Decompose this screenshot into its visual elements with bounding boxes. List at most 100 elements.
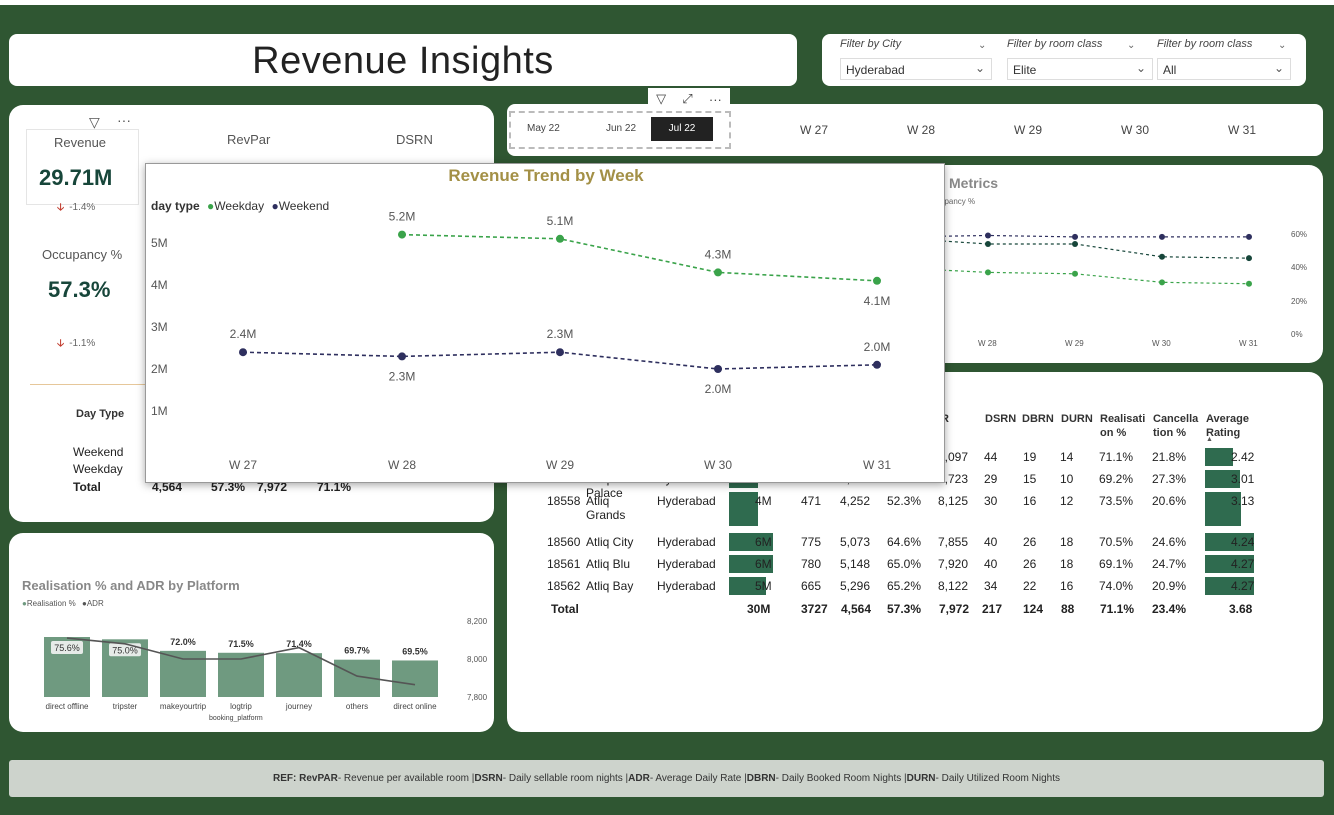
chevron-down-icon: ⌄ [974,61,985,75]
total-dsrn: 217 [982,602,1003,616]
filter-room-class-1-select[interactable]: Elite ⌄ [1007,58,1153,80]
adr-cell: 7,855 [938,535,969,549]
col-dsrn-header[interactable]: DSRN [985,412,1016,426]
y-tick-label: 4M [151,278,168,292]
col-durn-header[interactable]: DURN [1061,412,1093,426]
total-revenue: 30M [747,602,771,616]
platform-category: tripster [113,702,138,711]
real-cell: 69.2% [1099,472,1134,486]
metrics-series-line [920,238,1250,259]
metrics-point [985,269,991,276]
series-line-weekday [401,233,878,282]
sort-asc-icon[interactable]: ▲ [1206,436,1213,443]
filter-room-class-2-value: All [1163,63,1177,77]
metrics-ytick: 20% [1291,297,1307,306]
dsrn-cell: 34 [984,579,998,593]
metrics-point [1246,280,1252,287]
filter-room-class-2: Filter by room class ⌄ All ⌄ [1157,38,1297,80]
col-dbrn-header[interactable]: DBRN [1022,412,1054,426]
occ-cell: 64.6% [887,535,922,549]
week-28[interactable]: W 28 [907,123,935,137]
occupancy-value: 57.3% [48,277,111,302]
data-label: 5.1M [547,214,574,228]
filter-icon[interactable]: ▽ [656,91,666,107]
platform-y2-tick: 8,000 [467,655,488,664]
b-cell: 4,252 [840,494,871,508]
dbrn-cell: 26 [1023,557,1037,571]
occupancy-label: Occupancy % [42,247,123,262]
revenue-delta: 🡣 -1.4% [57,200,95,217]
platform-category: direct offline [46,702,90,711]
more-options-icon[interactable]: ··· [709,92,722,107]
footer-ref-dsrn: DSRN [474,773,503,784]
platform-bar [160,650,206,697]
total-occupancy: 57.3% [887,602,922,616]
x-tick-label: W 27 [229,458,257,472]
data-point [714,268,722,277]
adr-cell: 8,125 [938,494,969,508]
metrics-point [1072,270,1078,277]
metrics-chart: 60% 40% 20% 0% W 28 W 29 W 30 W 31 [920,230,1307,348]
platform-bar [392,660,438,697]
platform-category: logtrip [230,702,252,711]
id-cell: 18561 [547,557,581,571]
month-may[interactable]: May 22 [527,123,560,134]
focus-mode-icon[interactable]: ⤢ [682,91,692,107]
footer-reference: REF: RevPAR - Revenue per available room… [9,760,1324,797]
month-jun[interactable]: Jun 22 [606,123,636,134]
dsrn-cell: 40 [984,535,998,549]
filter-room-class-1-value: Elite [1013,63,1037,77]
footer-ref-adr: ADR [628,773,650,784]
filter-city-select[interactable]: Hyderabad ⌄ [840,58,992,80]
revenue-label: Revenue [54,135,107,150]
platform-category: makeyourtrip [160,702,207,711]
real-cell: 74.0% [1099,579,1134,593]
durn-cell: 14 [1060,450,1074,464]
revenue-bar [729,492,759,526]
metrics-ytick: 60% [1291,230,1307,239]
occupancy-delta-text: -1.1% [69,338,96,349]
daytype-weekday: Weekday [73,462,123,476]
revenue-cell: 6M [755,557,772,571]
adr-cell: 8,122 [938,579,969,593]
filter-room-class-2-label: Filter by room class [1157,38,1253,50]
month-jul-selected[interactable]: Jul 22 [651,117,713,141]
data-point [873,360,881,369]
data-label: 2.3M [547,327,574,341]
metrics-point [1246,255,1252,262]
bar-label: 72.0% [170,637,196,647]
title-card: Revenue Insights [9,34,797,86]
filter-room-class-2-select[interactable]: All ⌄ [1157,58,1291,80]
col-cancellation-header[interactable]: Cancella tion % [1153,412,1201,440]
week-29[interactable]: W 29 [1014,123,1042,137]
chevron-down-icon: ⌄ [1135,61,1146,75]
week-30[interactable]: W 30 [1121,123,1149,137]
y-tick-label: 3M [151,320,168,334]
revenue-trend-popup[interactable]: Revenue Trend by Week day type ●Weekday … [145,163,945,483]
week-27[interactable]: W 27 [800,123,828,137]
chevron-down-icon[interactable]: ⌄ [1127,40,1135,51]
footer-ref-durn: DURN [906,773,936,784]
metrics-point [985,240,991,247]
chevron-down-icon[interactable]: ⌄ [978,40,986,51]
week-31[interactable]: W 31 [1228,123,1256,137]
dbrn-cell: 22 [1023,579,1037,593]
a-cell: 775 [801,535,822,549]
rating-cell: 3.13 [1231,494,1255,508]
rating-cell: 4.27 [1231,579,1255,593]
dsrn-cell: 30 [984,494,998,508]
data-point [239,348,247,357]
rating-bar [1205,448,1233,466]
dsrn-cell: 44 [984,450,998,464]
a-cell: 665 [801,579,822,593]
real-cell: 73.5% [1099,494,1134,508]
arrow-down-icon: 🡣 [57,338,65,349]
daytype-weekend: Weekend [73,445,124,459]
chevron-down-icon[interactable]: ⌄ [1278,40,1286,51]
col-realisation-header[interactable]: Realisati on % [1100,412,1148,440]
ribbon-edge [0,0,1334,5]
durn-cell: 16 [1060,579,1074,593]
more-options-icon[interactable]: ··· [117,112,131,128]
col-rating-header[interactable]: Average Rating [1206,412,1256,440]
durn-cell: 10 [1060,472,1074,486]
